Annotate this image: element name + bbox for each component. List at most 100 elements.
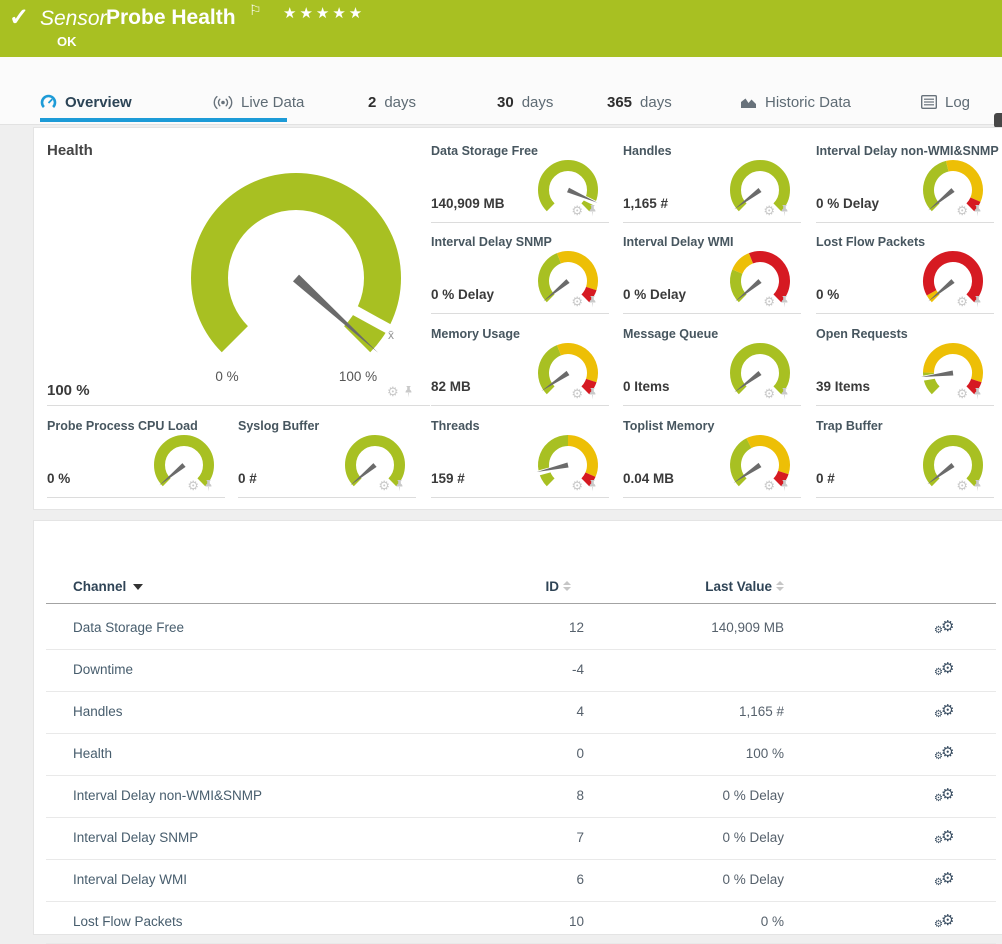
- tile-title: Syslog Buffer: [238, 419, 319, 433]
- table-row[interactable]: Data Storage Free 12 140,909 MB ⚙⚙: [46, 608, 996, 650]
- pin-icon[interactable]: [588, 480, 597, 492]
- gauge-tile: Interval Delay SNMP 0 % Delay ⚙: [431, 229, 611, 314]
- gauge-tile: Threads 159 # ⚙: [431, 413, 611, 498]
- channel-settings-icon[interactable]: ⚙⚙: [934, 826, 958, 850]
- gauge-tile: Handles 1,165 # ⚙: [623, 138, 803, 223]
- column-header-id[interactable]: ID: [471, 579, 571, 594]
- tile-title: Threads: [431, 419, 480, 433]
- status-check-icon: ✓: [9, 3, 29, 32]
- channel-name: Lost Flow Packets: [73, 914, 183, 929]
- gear-icon[interactable]: ⚙: [956, 204, 968, 217]
- tab-live-data[interactable]: Live Data: [213, 90, 304, 114]
- tile-value: 140,909 MB: [431, 196, 505, 211]
- tile-tools: ⚙: [956, 204, 982, 217]
- table-row[interactable]: Health 0 100 % ⚙⚙: [46, 734, 996, 776]
- tile-tools: ⚙: [763, 479, 789, 492]
- channel-name: Interval Delay SNMP: [73, 830, 198, 845]
- sort-toggle-icon: [776, 581, 784, 591]
- channel-table-card: Channel ID Last Value Data Storage Free …: [33, 520, 1002, 935]
- table-row[interactable]: Lost Flow Packets 10 0 % ⚙⚙: [46, 902, 996, 944]
- gear-icon[interactable]: ⚙: [956, 479, 968, 492]
- gear-icon[interactable]: ⚙: [763, 479, 775, 492]
- pin-icon[interactable]: [404, 386, 413, 398]
- tile-tools: ⚙: [187, 479, 213, 492]
- gear-icon[interactable]: ⚙: [956, 295, 968, 308]
- table-header-divider: [46, 603, 996, 604]
- pin-icon[interactable]: [588, 388, 597, 400]
- pin-icon[interactable]: [780, 388, 789, 400]
- edge-cutoff-element: [994, 113, 1002, 128]
- pin-icon[interactable]: [973, 388, 982, 400]
- channel-id: 7: [484, 830, 584, 845]
- channel-id: 8: [484, 788, 584, 803]
- pin-icon[interactable]: [588, 205, 597, 217]
- tab-overview[interactable]: Overview: [40, 90, 132, 114]
- table-row[interactable]: Interval Delay non-WMI&SNMP 8 0 % Delay …: [46, 776, 996, 818]
- gear-icon[interactable]: ⚙: [763, 204, 775, 217]
- priority-stars[interactable]: ★★★★★: [283, 4, 365, 22]
- tab-2-days[interactable]: 2 days: [368, 90, 416, 114]
- channel-settings-icon[interactable]: ⚙⚙: [934, 742, 958, 766]
- table-row[interactable]: Downtime -4 ⚙⚙: [46, 650, 996, 692]
- tile-tools: ⚙: [387, 385, 413, 398]
- gear-icon[interactable]: ⚙: [571, 479, 583, 492]
- gauge-tile: Interval Delay non-WMI&SNMP 0 % Delay ⚙: [816, 138, 996, 223]
- table-row[interactable]: Interval Delay WMI 6 0 % Delay ⚙⚙: [46, 860, 996, 902]
- channel-settings-icon[interactable]: ⚙⚙: [934, 868, 958, 892]
- channel-id: 6: [484, 872, 584, 887]
- gauge-tile: Open Requests 39 Items ⚙: [816, 321, 996, 406]
- gear-icon[interactable]: ⚙: [763, 295, 775, 308]
- channel-settings-icon[interactable]: ⚙⚙: [934, 658, 958, 682]
- area-chart-icon: [740, 95, 757, 110]
- gear-icon[interactable]: ⚙: [571, 387, 583, 400]
- tile-title: Interval Delay WMI: [623, 235, 733, 249]
- tile-title: Handles: [623, 144, 672, 158]
- gear-icon[interactable]: ⚙: [387, 385, 399, 398]
- channel-settings-icon[interactable]: ⚙⚙: [934, 616, 958, 640]
- channel-name: Health: [73, 746, 112, 761]
- gauge-tile: Syslog Buffer 0 # ⚙: [238, 413, 418, 498]
- tab-historic-data[interactable]: Historic Data: [740, 90, 851, 114]
- table-rows: Data Storage Free 12 140,909 MB ⚙⚙ Downt…: [46, 608, 996, 944]
- channel-id: 12: [484, 620, 584, 635]
- gear-icon[interactable]: ⚙: [763, 387, 775, 400]
- column-header-last-value[interactable]: Last Value: [634, 579, 784, 594]
- gear-icon[interactable]: ⚙: [378, 479, 390, 492]
- table-row[interactable]: Interval Delay SNMP 7 0 % Delay ⚙⚙: [46, 818, 996, 860]
- channel-name: Data Storage Free: [73, 620, 184, 635]
- table-row[interactable]: Handles 4 1,165 # ⚙⚙: [46, 692, 996, 734]
- health-title: Health: [47, 142, 93, 159]
- channel-name: Handles: [73, 704, 123, 719]
- tab-log[interactable]: Log: [921, 90, 970, 114]
- gear-icon[interactable]: ⚙: [571, 204, 583, 217]
- pin-icon[interactable]: [204, 480, 213, 492]
- column-header-channel[interactable]: Channel: [73, 579, 143, 594]
- pin-icon[interactable]: [973, 205, 982, 217]
- channel-name: Downtime: [73, 662, 133, 677]
- pin-icon[interactable]: [973, 296, 982, 308]
- tab-365-days[interactable]: 365 days: [607, 90, 672, 114]
- flag-icon[interactable]: ⚐: [249, 2, 262, 19]
- tab-30-days[interactable]: 30 days: [497, 90, 553, 114]
- channel-settings-icon[interactable]: ⚙⚙: [934, 700, 958, 724]
- gear-icon[interactable]: ⚙: [571, 295, 583, 308]
- pin-icon[interactable]: [780, 205, 789, 217]
- tile-value: 0 % Delay: [623, 287, 686, 302]
- tile-tools: ⚙: [956, 387, 982, 400]
- tile-value: 1,165 #: [623, 196, 668, 211]
- pin-icon[interactable]: [780, 296, 789, 308]
- pin-icon[interactable]: [780, 480, 789, 492]
- tile-tools: ⚙: [571, 387, 597, 400]
- tile-tools: ⚙: [763, 387, 789, 400]
- pin-icon[interactable]: [973, 480, 982, 492]
- channel-id: -4: [484, 662, 584, 677]
- gear-icon[interactable]: ⚙: [187, 479, 199, 492]
- channel-last-value: 0 % Delay: [651, 830, 784, 845]
- pin-icon[interactable]: [588, 296, 597, 308]
- channel-settings-icon[interactable]: ⚙⚙: [934, 784, 958, 808]
- tile-tools: ⚙: [571, 204, 597, 217]
- pin-icon[interactable]: [395, 480, 404, 492]
- gear-icon[interactable]: ⚙: [956, 387, 968, 400]
- tile-value: 0 %: [47, 471, 70, 486]
- channel-settings-icon[interactable]: ⚙⚙: [934, 910, 958, 934]
